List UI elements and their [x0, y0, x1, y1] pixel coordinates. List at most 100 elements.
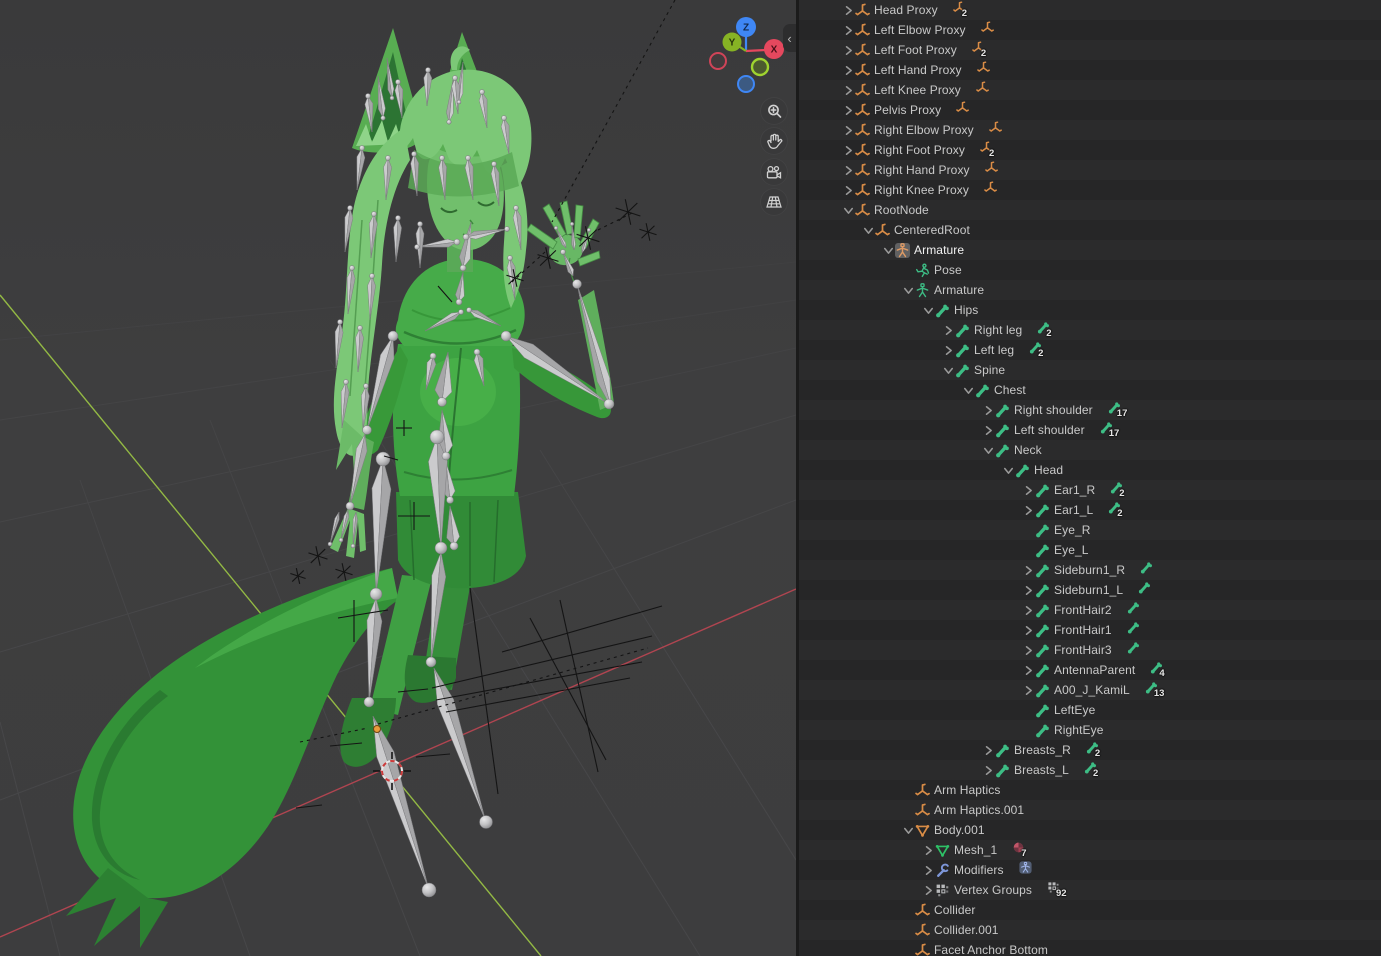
zoom-button[interactable] — [760, 97, 788, 125]
outliner-row[interactable]: Spine — [799, 360, 1381, 380]
expander-icon[interactable] — [862, 223, 875, 237]
expander-icon[interactable] — [902, 823, 915, 837]
expander-icon[interactable] — [982, 423, 995, 437]
3d-viewport[interactable]: Z Y X ‹ — [0, 0, 796, 956]
expander-icon[interactable] — [1022, 503, 1035, 517]
expander-icon[interactable] — [942, 323, 955, 337]
outliner-row[interactable]: Body.001 — [799, 820, 1381, 840]
expander-icon[interactable] — [1002, 463, 1015, 477]
expander-icon[interactable] — [922, 883, 935, 897]
expander-icon[interactable] — [842, 103, 855, 117]
expander-icon[interactable] — [882, 243, 895, 257]
expander-icon[interactable] — [842, 203, 855, 217]
outliner-row[interactable]: Hips — [799, 300, 1381, 320]
expander-icon[interactable] — [1022, 623, 1035, 637]
outliner-row[interactable]: Left Elbow Proxy — [799, 20, 1381, 40]
expander-icon[interactable] — [842, 63, 855, 77]
expander-icon[interactable] — [842, 43, 855, 57]
outliner-row[interactable]: Eye_R — [799, 520, 1381, 540]
expander-icon[interactable] — [842, 163, 855, 177]
outliner-row[interactable]: Right shoulder17 — [799, 400, 1381, 420]
expander-icon[interactable] — [842, 183, 855, 197]
outliner-row[interactable]: Neck — [799, 440, 1381, 460]
outliner-row[interactable]: FrontHair1 — [799, 620, 1381, 640]
outliner-row[interactable]: Head — [799, 460, 1381, 480]
gizmo-neg-x-ball[interactable] — [710, 53, 726, 69]
expander-icon[interactable] — [1022, 663, 1035, 677]
expander-icon[interactable] — [1022, 563, 1035, 577]
sidebar-collapse-tab[interactable]: ‹ — [783, 24, 796, 52]
outliner-row[interactable]: Arm Haptics.001 — [799, 800, 1381, 820]
outliner-row[interactable]: Collider — [799, 900, 1381, 920]
expander-icon[interactable] — [922, 303, 935, 317]
expander-icon[interactable] — [902, 283, 915, 297]
outliner-row[interactable]: Right leg2 — [799, 320, 1381, 340]
outliner-row[interactable]: Ear1_L2 — [799, 500, 1381, 520]
camera-button[interactable] — [760, 158, 788, 186]
outliner-row[interactable]: Left Foot Proxy2 — [799, 40, 1381, 60]
expander-icon[interactable] — [982, 743, 995, 757]
expander-icon[interactable] — [982, 403, 995, 417]
count-badge — [956, 101, 969, 119]
outliner-row[interactable]: Sideburn1_R — [799, 560, 1381, 580]
expander-icon[interactable] — [842, 143, 855, 157]
outliner-row[interactable]: CenteredRoot — [799, 220, 1381, 240]
outliner-row[interactable]: AntennaParent4 — [799, 660, 1381, 680]
outliner-row[interactable]: Mesh_17 — [799, 840, 1381, 860]
outliner-row[interactable]: A00_J_KamiL13 — [799, 680, 1381, 700]
outliner-row[interactable]: Left shoulder17 — [799, 420, 1381, 440]
outliner-row[interactable]: Left leg2 — [799, 340, 1381, 360]
outliner-row[interactable]: RightEye — [799, 720, 1381, 740]
outliner-row[interactable]: Modifiers — [799, 860, 1381, 880]
outliner-row[interactable]: Breasts_R2 — [799, 740, 1381, 760]
outliner-row[interactable]: Right Hand Proxy — [799, 160, 1381, 180]
pan-button[interactable] — [760, 127, 788, 155]
outliner-row[interactable]: Eye_L — [799, 540, 1381, 560]
outliner-item-label: Breasts_L — [1014, 763, 1069, 777]
expander-icon[interactable] — [1022, 583, 1035, 597]
outliner-row[interactable]: Head Proxy2 — [799, 0, 1381, 20]
outliner-row[interactable]: Armature — [799, 240, 1381, 260]
outliner-panel[interactable]: Head Proxy2Left Elbow ProxyLeft Foot Pro… — [799, 0, 1381, 956]
gizmo-neg-y-ball[interactable] — [752, 59, 768, 75]
outliner-row[interactable]: Pose — [799, 260, 1381, 280]
outliner-row[interactable]: Breasts_L2 — [799, 760, 1381, 780]
outliner-row[interactable]: LeftEye — [799, 700, 1381, 720]
outliner-row[interactable]: Ear1_R2 — [799, 480, 1381, 500]
grid-button[interactable] — [760, 188, 788, 216]
navigation-gizmo[interactable]: Z Y X — [700, 6, 792, 100]
outliner-row[interactable]: FrontHair2 — [799, 600, 1381, 620]
expander-icon[interactable] — [842, 23, 855, 37]
expander-icon[interactable] — [922, 843, 935, 857]
expander-icon[interactable] — [1022, 683, 1035, 697]
outliner-row[interactable]: Vertex Groups92 — [799, 880, 1381, 900]
expander-icon[interactable] — [942, 343, 955, 357]
outliner-row[interactable]: Right Foot Proxy2 — [799, 140, 1381, 160]
expander-icon[interactable] — [962, 383, 975, 397]
outliner-row[interactable]: Arm Haptics — [799, 780, 1381, 800]
expander-icon[interactable] — [922, 863, 935, 877]
expander-icon[interactable] — [842, 3, 855, 17]
outliner-row[interactable]: Facet Anchor Bottom — [799, 940, 1381, 956]
expander-icon[interactable] — [842, 83, 855, 97]
expander-icon[interactable] — [1022, 603, 1035, 617]
outliner-row[interactable]: FrontHair3 — [799, 640, 1381, 660]
outliner-row[interactable]: RootNode — [799, 200, 1381, 220]
outliner-row[interactable]: Sideburn1_L — [799, 580, 1381, 600]
expander-icon[interactable] — [942, 363, 955, 377]
outliner-row[interactable]: Left Hand Proxy — [799, 60, 1381, 80]
outliner-row[interactable]: Left Knee Proxy — [799, 80, 1381, 100]
outliner-row[interactable]: Pelvis Proxy — [799, 100, 1381, 120]
outliner-row[interactable]: Right Knee Proxy — [799, 180, 1381, 200]
outliner-row[interactable]: Armature — [799, 280, 1381, 300]
expander-icon[interactable] — [1022, 643, 1035, 657]
outliner-row[interactable]: Right Elbow Proxy — [799, 120, 1381, 140]
gizmo-neg-z-ball[interactable] — [738, 76, 754, 92]
expander-icon[interactable] — [982, 443, 995, 457]
expander-icon[interactable] — [1022, 483, 1035, 497]
character-model[interactable] — [66, 28, 614, 948]
expander-icon[interactable] — [982, 763, 995, 777]
outliner-row[interactable]: Chest — [799, 380, 1381, 400]
expander-icon[interactable] — [842, 123, 855, 137]
outliner-row[interactable]: Collider.001 — [799, 920, 1381, 940]
